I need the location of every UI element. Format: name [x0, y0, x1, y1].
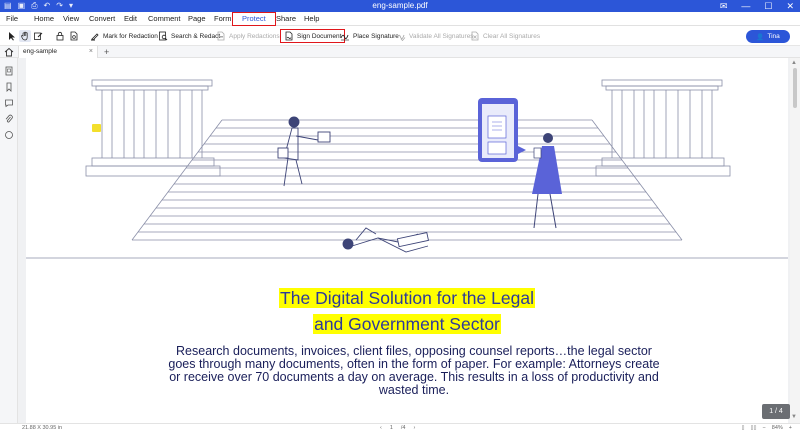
- apply-redactions-button[interactable]: Apply Redactions: [216, 29, 280, 43]
- legal-illustration: [26, 79, 788, 259]
- place-signature-label: Place Signature: [353, 32, 399, 40]
- mark-redaction-button[interactable]: Mark for Redaction: [90, 29, 158, 43]
- clear-signatures-label: Clear All Signatures: [483, 32, 541, 40]
- edit-tool-icon[interactable]: [32, 30, 44, 42]
- menu-help[interactable]: Help: [304, 12, 319, 26]
- apply-redactions-label: Apply Redactions: [229, 32, 280, 40]
- menu-edit[interactable]: Edit: [124, 12, 137, 26]
- page-number-field[interactable]: 1: [390, 425, 393, 431]
- place-signature-icon: [340, 34, 349, 41]
- menu-share[interactable]: Share: [276, 12, 296, 26]
- mark-redaction-icon: [91, 33, 99, 41]
- attachment-icon[interactable]: [4, 114, 14, 124]
- menu-form[interactable]: Form: [214, 12, 232, 26]
- validate-signatures-button[interactable]: Validate All Signatures: [396, 29, 474, 43]
- thumbnails-icon[interactable]: [4, 66, 14, 76]
- sign-document-button[interactable]: Sign Document: [280, 29, 346, 43]
- two-page-view-icon[interactable]: ▯▯: [750, 425, 756, 431]
- home-icon[interactable]: [4, 47, 14, 57]
- clear-signatures-icon: [471, 31, 479, 41]
- page-dimensions: 21.88 X 30.95 in: [22, 425, 63, 431]
- document-viewport: The Digital Solution for the Legal and G…: [18, 58, 800, 423]
- title-bar: ▤ ▣ ⎙ ↶ ↷ ▾ eng-sample.pdf ✉ — ☐ ✕: [0, 0, 800, 12]
- scroll-up-icon[interactable]: ▲: [791, 60, 797, 66]
- menu-protect[interactable]: Protect: [232, 12, 276, 26]
- sign-document-label: Sign Document: [297, 32, 342, 40]
- zoom-level[interactable]: 84%: [772, 425, 783, 431]
- headline-line-2-text: and Government Sector: [313, 314, 501, 334]
- new-tab-icon[interactable]: +: [104, 46, 109, 58]
- menu-page[interactable]: Page: [188, 12, 206, 26]
- document-tab[interactable]: eng-sample ×: [18, 46, 98, 58]
- password-lock-icon[interactable]: [54, 30, 66, 42]
- menu-bar: File Home View Convert Edit Comment Page…: [0, 12, 800, 26]
- user-account-button[interactable]: 👤 Tina: [746, 30, 790, 43]
- menu-home[interactable]: Home: [34, 12, 54, 26]
- user-icon: 👤: [756, 33, 765, 41]
- pdf-page: The Digital Solution for the Legal and G…: [26, 58, 788, 423]
- zoom-in-icon[interactable]: +: [789, 425, 792, 431]
- vertical-scrollbar[interactable]: ▲ ▼: [790, 58, 800, 423]
- page-total: /4: [400, 425, 406, 431]
- maximize-icon[interactable]: ☐: [764, 0, 772, 12]
- page-navigation: ‹ 1 /4 ›: [380, 425, 415, 431]
- view-controls: ▯ ▯▯ − 84% +: [741, 425, 792, 431]
- validate-signatures-icon: [396, 34, 406, 41]
- next-page-icon[interactable]: ›: [414, 425, 416, 431]
- sign-document-icon: [285, 31, 293, 41]
- window-controls: ✉ — ☐ ✕: [720, 0, 794, 12]
- tab-close-icon[interactable]: ×: [89, 46, 93, 58]
- body-paragraph: Research documents, invoices, client fil…: [168, 344, 660, 397]
- bookmark-icon[interactable]: [4, 82, 14, 92]
- permission-doc-icon[interactable]: [68, 30, 80, 42]
- single-page-view-icon[interactable]: ▯: [741, 425, 744, 431]
- ribbon-toolbar: Mark for Redaction Search & Redact Apply…: [0, 27, 800, 46]
- scroll-thumb[interactable]: [793, 68, 797, 108]
- status-bar: 21.88 X 30.95 in ‹ 1 /4 › ▯ ▯▯ − 84% +: [0, 423, 800, 432]
- apply-redactions-icon: [217, 31, 225, 41]
- hand-tool-icon[interactable]: [19, 30, 31, 42]
- headline-line-1-text: The Digital Solution for the Legal: [279, 288, 535, 308]
- search-redact-icon: [159, 31, 168, 41]
- user-name: Tina: [767, 33, 780, 40]
- menu-file[interactable]: File: [6, 12, 18, 26]
- minimize-icon[interactable]: —: [741, 0, 750, 12]
- clear-signatures-button[interactable]: Clear All Signatures: [470, 29, 540, 43]
- menu-comment[interactable]: Comment: [148, 12, 181, 26]
- zoom-out-icon[interactable]: −: [763, 425, 766, 431]
- headline-line-2: and Government Sector: [26, 312, 788, 336]
- place-signature-button[interactable]: Place Signature: [340, 29, 399, 43]
- validate-signatures-label: Validate All Signatures: [409, 32, 474, 40]
- window-title: eng-sample.pdf: [372, 1, 428, 10]
- menu-convert[interactable]: Convert: [89, 12, 115, 26]
- select-tool-icon[interactable]: [6, 30, 18, 42]
- sticky-note-icon[interactable]: [92, 124, 101, 132]
- mark-redaction-label: Mark for Redaction: [103, 32, 158, 40]
- page-indicator-badge: 1 / 4: [762, 404, 790, 419]
- comment-icon[interactable]: [4, 98, 14, 108]
- search-icon[interactable]: [4, 130, 14, 140]
- headline-line-1: The Digital Solution for the Legal: [26, 286, 788, 310]
- menu-view[interactable]: View: [63, 12, 79, 26]
- prev-page-icon[interactable]: ‹: [380, 425, 382, 431]
- document-tab-bar: eng-sample × +: [0, 46, 800, 58]
- scroll-down-icon[interactable]: ▼: [791, 414, 797, 420]
- search-redact-button[interactable]: Search & Redact: [158, 29, 220, 43]
- left-sidebar: ◂: [0, 58, 25, 423]
- search-redact-label: Search & Redact: [171, 32, 221, 40]
- document-tab-label: eng-sample: [23, 48, 57, 55]
- mail-icon[interactable]: ✉: [720, 0, 728, 12]
- close-icon[interactable]: ✕: [786, 0, 794, 12]
